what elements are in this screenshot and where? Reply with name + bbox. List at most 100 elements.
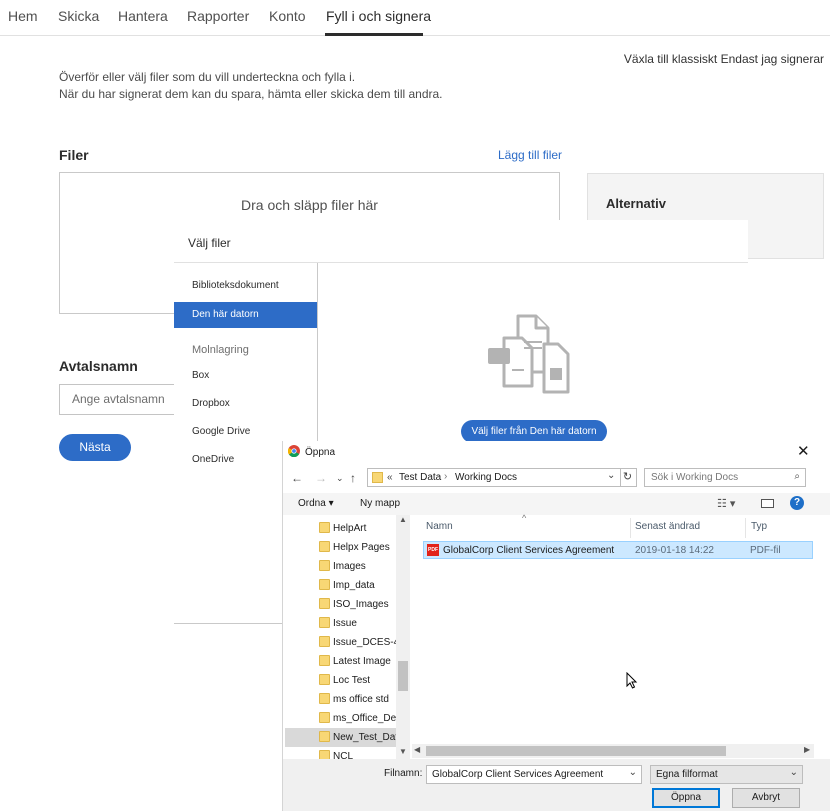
new-folder-button[interactable]: Ny mapp	[360, 498, 400, 509]
folder-icon	[319, 655, 330, 666]
folder-icon	[319, 636, 330, 647]
dialog-toolbar: Ordna ▾ Ny mapp ☷ ▾ ?	[283, 493, 830, 515]
preview-pane-icon[interactable]	[761, 499, 774, 508]
folder-icon	[319, 598, 330, 609]
open-file-dialog: Öppna ✕ ← → ⌄ ↑ « Test Data › Working Do…	[282, 441, 830, 811]
tab-send[interactable]: Skicka	[58, 8, 99, 24]
address-dropdown-icon[interactable]: ⌄	[607, 470, 615, 481]
documents-illustration-icon	[488, 314, 570, 394]
folder-tree-scrollbar[interactable]: ▲ ▼	[396, 515, 410, 759]
files-label: Filer	[59, 147, 89, 163]
chrome-icon	[288, 445, 300, 457]
folder-tree-item[interactable]: Images	[285, 557, 397, 576]
folder-tree-item[interactable]: Issue_DCES-424	[285, 633, 397, 652]
search-input[interactable]: Sök i Working Docs ⌕	[644, 468, 806, 487]
choose-files-header: Välj filer	[174, 220, 748, 263]
open-button[interactable]: Öppna	[652, 788, 720, 808]
folder-tree-item[interactable]: Helpx Pages	[285, 538, 397, 557]
dialog-bottom-bar: Filnamn: GlobalCorp Client Services Agre…	[283, 759, 830, 811]
intro-line-1: Överför eller välj filer som du vill und…	[59, 70, 356, 84]
filename-dropdown-icon[interactable]: ⌄	[629, 767, 637, 778]
scroll-left-icon[interactable]: ◀	[414, 745, 420, 754]
back-arrow-icon[interactable]: ←	[291, 471, 303, 485]
folder-tree-item[interactable]: NCL	[285, 747, 397, 759]
folder-tree-item[interactable]: Imp_data	[285, 576, 397, 595]
folder-icon	[319, 522, 330, 533]
top-nav: Hem Skicka Hantera Rapporter Konto Fyll …	[0, 0, 830, 36]
scroll-up-icon[interactable]: ▲	[399, 515, 407, 524]
folder-tree-item[interactable]: ms office std	[285, 690, 397, 709]
folder-icon	[319, 712, 330, 723]
folder-icon	[372, 472, 383, 483]
agreement-name-input[interactable]: Ange avtalsnamn	[59, 384, 179, 415]
dialog-title: Öppna	[305, 447, 336, 458]
filename-input[interactable]: GlobalCorp Client Services Agreement ⌄	[426, 765, 642, 784]
folder-icon	[319, 579, 330, 590]
column-type[interactable]: Typ	[751, 521, 767, 532]
sort-indicator-icon: ^	[522, 513, 527, 523]
file-row-selected[interactable]: PDF GlobalCorp Client Services Agreement…	[423, 541, 813, 559]
mouse-cursor-icon	[626, 672, 638, 689]
filetype-value: Egna filformat	[656, 769, 718, 780]
scroll-right-icon[interactable]: ▶	[804, 745, 810, 754]
file-type: PDF-fil	[750, 545, 781, 556]
file-modified: 2019-01-18 14:22	[635, 545, 714, 556]
filename-label: Filnamn:	[384, 768, 423, 779]
file-name: GlobalCorp Client Services Agreement	[443, 545, 615, 556]
file-list-hscrollbar[interactable]: ◀ ▶	[412, 744, 814, 758]
choose-from-computer-button[interactable]: Välj filer från Den här datorn	[461, 420, 607, 443]
filename-value: GlobalCorp Client Services Agreement	[432, 769, 604, 780]
column-modified[interactable]: Senast ändrad	[635, 521, 700, 532]
options-title: Alternativ	[606, 196, 666, 211]
tab-home[interactable]: Hem	[8, 8, 38, 24]
filetype-dropdown-icon[interactable]: ⌄	[790, 767, 798, 778]
active-tab-underline	[325, 33, 423, 36]
breadcrumb-overflow[interactable]: «	[387, 472, 393, 483]
scroll-down-icon[interactable]: ▼	[399, 747, 407, 756]
column-divider	[630, 518, 631, 538]
breadcrumb-working-docs[interactable]: Working Docs	[455, 472, 517, 483]
intro-line-2: När du har signerat dem kan du spara, hä…	[59, 87, 443, 101]
next-button[interactable]: Nästa	[59, 434, 131, 461]
folder-icon	[319, 750, 330, 759]
refresh-icon[interactable]: ↻	[619, 468, 637, 487]
up-arrow-icon[interactable]: ↑	[350, 471, 356, 485]
switch-to-classic-link[interactable]: Växla till klassiskt Endast jag signerar	[624, 52, 824, 66]
source-library-documents[interactable]: Biblioteksdokument	[174, 273, 317, 299]
help-icon[interactable]: ?	[790, 496, 804, 510]
tab-reports[interactable]: Rapporter	[187, 8, 249, 24]
folder-icon	[319, 674, 330, 685]
recent-locations-chevron-icon[interactable]: ⌄	[336, 473, 344, 484]
organize-menu[interactable]: Ordna ▾	[298, 498, 334, 509]
scrollbar-thumb[interactable]	[398, 661, 408, 691]
address-bar[interactable]: « Test Data › Working Docs ⌄	[367, 468, 621, 487]
dropzone-text: Dra och släpp filer här	[241, 197, 378, 213]
search-placeholder: Sök i Working Docs	[651, 472, 739, 483]
forward-arrow-icon[interactable]: →	[315, 471, 327, 485]
folder-tree-item[interactable]: HelpArt	[285, 519, 397, 538]
view-options-icon[interactable]: ☷ ▾	[717, 497, 735, 510]
folder-icon	[319, 731, 330, 742]
cancel-button[interactable]: Avbryt	[732, 788, 800, 808]
filetype-select[interactable]: Egna filformat ⌄	[650, 765, 803, 784]
tab-account[interactable]: Konto	[269, 8, 306, 24]
tab-manage[interactable]: Hantera	[118, 8, 168, 24]
source-box[interactable]: Box	[174, 363, 317, 389]
folder-tree-item[interactable]: Loc Test	[285, 671, 397, 690]
column-name[interactable]: Namn	[426, 521, 453, 532]
source-this-computer[interactable]: Den här datorn	[174, 302, 317, 328]
folder-icon	[319, 541, 330, 552]
breadcrumb-test-data[interactable]: Test Data	[399, 472, 441, 483]
folder-tree-item[interactable]: Latest Image	[285, 652, 397, 671]
add-files-link[interactable]: Lägg till filer	[498, 148, 562, 162]
column-divider	[745, 518, 746, 538]
folder-tree-item[interactable]: ISO_Images	[285, 595, 397, 614]
close-icon[interactable]: ✕	[797, 442, 810, 460]
folder-tree-item[interactable]: ms_Office_Des	[285, 709, 397, 728]
tab-fill-and-sign[interactable]: Fyll i och signera	[326, 8, 431, 24]
source-dropbox[interactable]: Dropbox	[174, 391, 317, 417]
folder-tree-item-selected[interactable]: New_Test_Data	[285, 728, 397, 747]
scrollbar-thumb[interactable]	[426, 746, 726, 756]
agreement-name-label: Avtalsnamn	[59, 358, 138, 374]
folder-tree-item[interactable]: Issue	[285, 614, 397, 633]
